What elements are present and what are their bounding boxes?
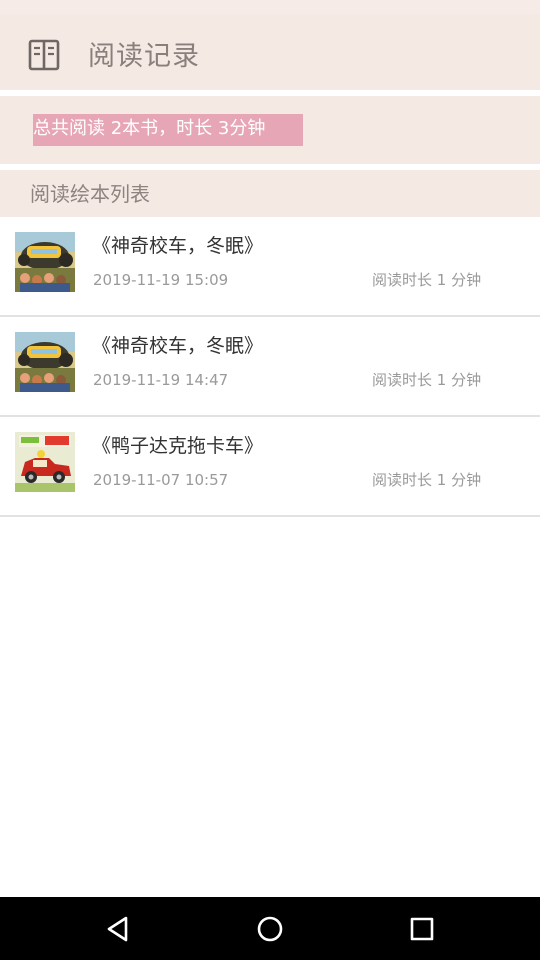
- back-triangle-icon[interactable]: [102, 913, 134, 945]
- recents-square-icon[interactable]: [406, 913, 438, 945]
- book-cover-magic-school-bus: [15, 232, 75, 292]
- read-duration: 阅读时长 1 分钟: [372, 371, 482, 389]
- list-header: 阅读绘本列表: [0, 170, 540, 217]
- status-bar: [0, 0, 540, 14]
- list-item[interactable]: 《鸭子达克拖卡车》 2019-11-07 10:57 阅读时长 1 分钟: [0, 417, 540, 517]
- read-date: 2019-11-19 15:09: [93, 271, 229, 289]
- system-nav-bar: [0, 897, 540, 960]
- read-duration: 阅读时长 1 分钟: [372, 271, 482, 289]
- book-title: 《神奇校车，冬眠》: [92, 335, 264, 357]
- app-header: 阅读记录: [0, 14, 540, 92]
- book-title: 《鸭子达克拖卡车》: [92, 435, 264, 457]
- read-date: 2019-11-19 14:47: [93, 371, 229, 389]
- book-cover-magic-school-bus: [15, 332, 75, 392]
- list-item[interactable]: 《神奇校车，冬眠》 2019-11-19 14:47 阅读时长 1 分钟: [0, 317, 540, 417]
- summary-banner: 总共阅读 2本书，时长 3分钟: [0, 96, 540, 164]
- book-title: 《神奇校车，冬眠》: [92, 235, 264, 257]
- open-book-icon[interactable]: [27, 38, 61, 72]
- read-date: 2019-11-07 10:57: [93, 471, 229, 489]
- book-cover-duck-truck: [15, 432, 75, 492]
- reading-summary-label: 总共阅读 2本书，时长 3分钟: [33, 114, 303, 146]
- home-circle-icon[interactable]: [254, 913, 286, 945]
- list-heading: 阅读绘本列表: [30, 182, 150, 206]
- book-list: 《神奇校车，冬眠》 2019-11-19 15:09 阅读时长 1 分钟 《神奇…: [0, 217, 540, 517]
- list-item[interactable]: 《神奇校车，冬眠》 2019-11-19 15:09 阅读时长 1 分钟: [0, 217, 540, 317]
- read-duration: 阅读时长 1 分钟: [372, 471, 482, 489]
- page-title: 阅读记录: [88, 41, 200, 72]
